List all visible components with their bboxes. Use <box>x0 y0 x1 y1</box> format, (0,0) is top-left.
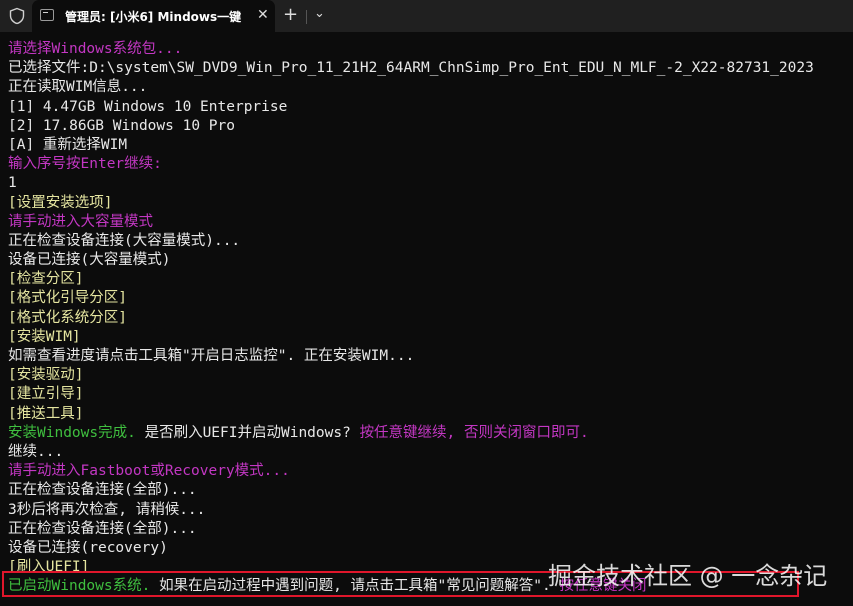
terminal-line: 输入序号按Enter继续: <box>8 156 162 173</box>
terminal-line: [1] 4.47GB Windows 10 Enterprise <box>8 98 288 115</box>
install-complete-line: 安装Windows完成. 是否刷入UEFI并启动Windows? 按任意键继续,… <box>8 424 853 443</box>
terminal-line: [检查分区] <box>8 271 84 288</box>
terminal-line: [安装驱动] <box>8 367 84 384</box>
terminal-line: 如需查看进度请点击工具箱"开启日志监控". 正在安装WIM... <box>8 348 415 364</box>
terminal-line: 1 <box>8 175 17 192</box>
terminal-line: 继续... <box>8 443 64 460</box>
terminal-line: [格式化系统分区] <box>8 309 127 326</box>
tab-title: 管理员: [小米6] Mindows一键 <box>65 10 242 24</box>
terminal-line: [建立引导] <box>8 386 84 403</box>
terminal-line: [安装WIM] <box>8 328 81 345</box>
terminal-line: 已选择文件:D:\system\SW_DVD9_Win_Pro_11_21H2_… <box>8 60 814 77</box>
terminal-line: 正在检查设备连接(全部)... <box>8 520 197 537</box>
chevron-down-icon[interactable]: ⌄ <box>314 6 325 21</box>
new-tab-button[interactable]: + <box>283 4 298 25</box>
watermark: 掘金技术社区 @ 一念杂记 <box>548 562 828 590</box>
terminal-line: [推送工具] <box>8 405 84 422</box>
terminal-line: 请手动进入Fastboot或Recovery模式... <box>8 463 290 480</box>
install-continue-hint: 按任意键继续, 否则关闭窗口即可. <box>359 424 589 441</box>
terminal-line: [设置安装选项] <box>8 194 113 211</box>
terminal-line: 设备已连接(大容量模式) <box>8 252 171 269</box>
install-prompt-text: 是否刷入UEFI并启动Windows? <box>135 424 360 441</box>
terminal-line: 3秒后将再次检查, 请稍候... <box>8 501 206 518</box>
terminal-line: 正在读取WIM信息... <box>8 79 148 96</box>
shield-icon <box>9 7 25 25</box>
terminal-output: 请选择Windows系统包... 已选择文件:D:\system\SW_DVD9_… <box>8 40 853 596</box>
install-complete-text: 安装Windows完成. <box>8 424 136 441</box>
terminal-line: [2] 17.86GB Windows 10 Pro <box>8 117 235 134</box>
title-bar: 管理员: [小米6] Mindows一键 ✕ + ⌄ <box>0 0 853 32</box>
terminal-line: 请选择Windows系统包... <box>8 41 183 57</box>
terminal-line: 正在检查设备连接(全部)... <box>8 482 197 499</box>
terminal-line: [A] 重新选择WIM <box>8 136 128 153</box>
terminal-line: [格式化引导分区] <box>8 290 127 307</box>
terminal-tab[interactable]: 管理员: [小米6] Mindows一键 ✕ <box>32 0 275 32</box>
close-tab-icon[interactable]: ✕ <box>257 7 269 23</box>
terminal-line: 正在检查设备连接(大容量模式)... <box>8 232 241 249</box>
divider <box>306 10 307 24</box>
terminal-line: 请手动进入大容量模式 <box>8 213 153 230</box>
terminal-icon <box>40 9 54 21</box>
